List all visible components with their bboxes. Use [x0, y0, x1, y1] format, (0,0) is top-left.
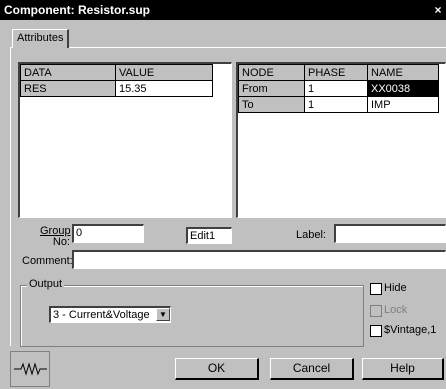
cell-phase[interactable]: 1: [304, 96, 368, 113]
chevron-down-icon[interactable]: ▼: [156, 308, 170, 321]
table-row[interactable]: To 1 IMP: [238, 96, 439, 113]
col-header-phase[interactable]: PHASE: [304, 64, 368, 81]
resistor-icon: [14, 362, 47, 376]
comment-input[interactable]: [72, 250, 446, 269]
cell-name[interactable]: IMP: [367, 96, 439, 113]
close-icon[interactable]: ×: [432, 0, 444, 20]
group-no-input[interactable]: 0: [72, 224, 144, 243]
col-header-name[interactable]: NAME: [367, 64, 439, 81]
output-select[interactable]: 3 - Current&Voltage ▼: [49, 306, 171, 323]
window-title: Component: Resistor.sup: [4, 3, 151, 17]
output-caption: Output: [27, 278, 65, 290]
output-group: Output 3 - Current&Voltage ▼: [20, 278, 364, 347]
tab-attributes[interactable]: Attributes: [12, 29, 70, 48]
cell-node[interactable]: To: [238, 96, 305, 113]
col-header-value[interactable]: VALUE: [115, 64, 213, 81]
hide-checkbox-box[interactable]: [370, 283, 382, 295]
comment-label: Comment:: [22, 255, 73, 267]
cell-node[interactable]: From: [238, 80, 305, 97]
label-field-label: Label:: [296, 229, 326, 241]
table-row[interactable]: From 1 XX0038: [238, 80, 439, 97]
lock-checkbox-box: [370, 305, 382, 317]
help-button[interactable]: Help: [362, 358, 444, 380]
cell-value[interactable]: 15.35: [115, 80, 213, 97]
cell-data[interactable]: RES: [20, 80, 116, 97]
data-value-table: DATA VALUE RES 15.35: [20, 64, 213, 97]
node-grid[interactable]: NODE PHASE NAME From 1 XX0038 To 1 IMP: [236, 62, 446, 218]
lock-checkbox-label: Lock: [384, 304, 408, 316]
vintage-checkbox[interactable]: $Vintage,1: [370, 324, 446, 338]
cell-phase[interactable]: 1: [304, 80, 368, 97]
output-selected-value: 3 - Current&Voltage: [53, 309, 150, 321]
resistor-icon-box: [10, 351, 50, 387]
cancel-button[interactable]: Cancel: [270, 358, 354, 380]
lock-checkbox: Lock: [370, 304, 446, 318]
data-value-grid[interactable]: DATA VALUE RES 15.35: [18, 62, 232, 218]
label-input[interactable]: [334, 224, 446, 243]
table-row[interactable]: RES 15.35: [20, 80, 213, 97]
title-bar: Component: Resistor.sup ×: [0, 0, 446, 20]
tab-attributes-label: Attributes: [17, 32, 64, 44]
cell-name-selected[interactable]: XX0038: [367, 80, 439, 97]
ok-button[interactable]: OK: [175, 358, 259, 380]
hide-checkbox-label: Hide: [384, 282, 407, 294]
help-button-label: Help: [390, 361, 415, 375]
group-no-label: Group No:: [40, 226, 71, 248]
node-table: NODE PHASE NAME From 1 XX0038 To 1 IMP: [238, 64, 439, 113]
hide-checkbox[interactable]: Hide: [370, 282, 446, 296]
vintage-checkbox-box[interactable]: [370, 325, 382, 337]
vintage-checkbox-label: $Vintage,1: [384, 324, 437, 336]
col-header-node[interactable]: NODE: [238, 64, 305, 81]
edit1-input[interactable]: Edit1: [186, 227, 232, 244]
col-header-data[interactable]: DATA: [20, 64, 116, 81]
group-label-line2: No:: [52, 236, 70, 248]
ok-button-label: OK: [207, 361, 226, 375]
cancel-button-label: Cancel: [292, 361, 331, 375]
